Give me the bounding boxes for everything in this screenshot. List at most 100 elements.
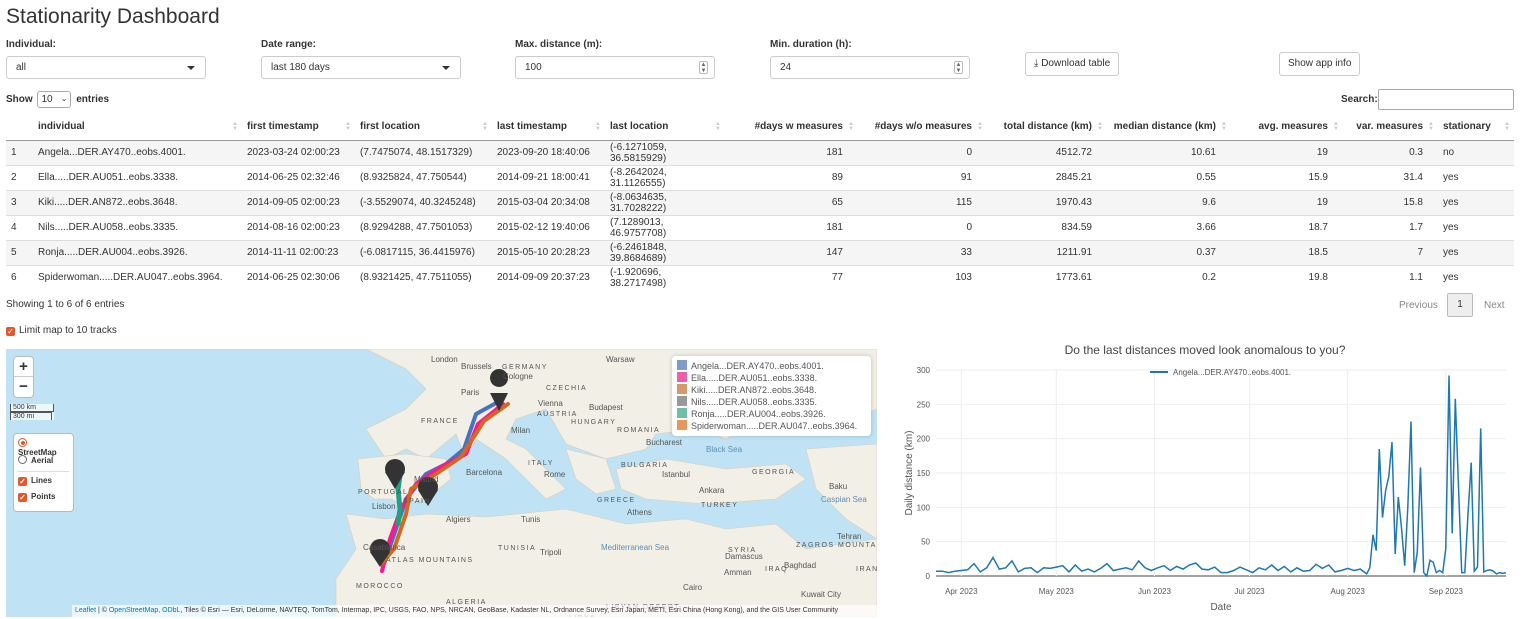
overlay-label: Points (31, 492, 56, 501)
layer-label: Aerial (31, 456, 54, 465)
table-cell: 2845.21 (987, 164, 1107, 190)
individual-select[interactable]: all (6, 56, 206, 79)
column-header[interactable]: total distance (km) ▲ ▼ (987, 114, 1107, 141)
legend-item: Spiderwoman.....DER.AU047..eobs.3964. (677, 420, 866, 432)
map-place-label: ZAGROS MOUNTAINS (796, 542, 877, 549)
chart-title: Do the last distances moved look anomalo… (1065, 343, 1346, 357)
table-row: 1 Angela...DER.AY470..eobs.4001. 2023-03-2… (6, 139, 1514, 165)
column-header[interactable]: avg. measures ▲ ▼ (1231, 114, 1343, 141)
map-place-label: IRAN (856, 566, 877, 573)
table-cell: (7.7475074, 48.1517329) (355, 139, 492, 165)
legend-swatch (677, 384, 687, 394)
previous-button[interactable]: Previous (1399, 300, 1438, 311)
date-range-select[interactable]: last 180 days (261, 56, 461, 79)
table-cell: 1211.91 (987, 239, 1107, 265)
zoom-in-button[interactable]: + (14, 357, 33, 377)
download-table-button[interactable]: ⤓ Download table (1025, 52, 1120, 76)
column-label: #days w/o measures (874, 121, 972, 133)
limit-map-checkbox[interactable]: ✓ Limit map to 10 tracks (6, 325, 117, 336)
search-label: Search: (1341, 94, 1378, 105)
page-1-button[interactable]: 1 (1447, 293, 1473, 317)
legend-swatch (677, 372, 687, 382)
page-length-control: Show 10 ⌄ entries (6, 91, 109, 108)
layer-streetmap[interactable]: StreetMap (18, 438, 69, 457)
column-label: #days w measures (754, 121, 843, 133)
table-cell: 65 (725, 189, 858, 215)
show-app-info-button[interactable]: Show app info (1279, 52, 1361, 76)
overlay-points[interactable]: ✓ Points (18, 488, 69, 504)
entries-select[interactable]: 10 ⌄ (37, 91, 72, 108)
map-place-label: London (431, 355, 458, 364)
table-cell: 115 (858, 189, 987, 215)
column-label: stationary (1443, 121, 1491, 133)
legend-item: Ronja.....DER.AU004..eobs.3926. (677, 408, 866, 420)
layer-aerial[interactable]: Aerial (18, 455, 69, 472)
overlay-lines[interactable]: ✓ Lines (18, 472, 69, 488)
x-tick-label: Aug 2023 (1331, 587, 1366, 596)
table-cell: 0 (858, 214, 987, 240)
column-header[interactable]: first location ▲ ▼ (355, 114, 492, 141)
y-tick-label: 200 (917, 435, 931, 444)
sort-icon: ▲ ▼ (595, 121, 601, 132)
table-row: 3 Kiki.....DER.AN872..eobs.3648. 2014-09-0… (6, 189, 1514, 215)
min-duration-label: Min. duration (h): (770, 39, 852, 50)
table-cell: 147 (725, 239, 858, 265)
column-label: last timestamp (497, 121, 568, 133)
column-header[interactable]: #days w/o measures ▲ ▼ (858, 114, 987, 141)
column-header[interactable]: median distance (km) ▲ ▼ (1107, 114, 1231, 141)
table-cell: 19 (1231, 139, 1343, 165)
table-cell: 18.7 (1231, 214, 1343, 240)
sort-icon: ▲ ▼ (1428, 121, 1434, 132)
scale-bar: 500 km 300 mi (10, 404, 54, 420)
table-cell: (-8.0634635, 31.7028222) (605, 189, 725, 215)
table-cell: 2014-09-05 02:00:23 (242, 189, 355, 215)
map-place-label: Warsaw (606, 355, 635, 364)
map-place-label: ROMANIA (617, 427, 660, 434)
table-cell: 0.3 (1343, 139, 1438, 165)
map-place-label: GREECE (597, 497, 636, 504)
table-cell: 4512.72 (987, 139, 1107, 165)
column-header[interactable]: individual ▲ ▼ (33, 114, 242, 141)
page-title: Stationarity Dashboard (6, 5, 220, 28)
stationarity-table: individual ▲ ▼ first timestamp ▲ ▼ first locat… (6, 114, 1514, 290)
table-cell: 834.59 (987, 214, 1107, 240)
osm-link[interactable]: OpenStreetMap, ODbL (109, 607, 181, 614)
legend-swatch (677, 420, 687, 430)
table-cell: 7 (1343, 239, 1438, 265)
column-header[interactable]: last location ▲ ▼ (605, 114, 725, 141)
column-label: total distance (km) (1003, 121, 1092, 133)
map-place-label: Lisbon (372, 502, 396, 511)
column-header[interactable]: stationary ▲ ▼ (1438, 114, 1514, 141)
max-distance-input[interactable]: 100 ▲ ▼ (515, 56, 715, 79)
table-cell: 15.9 (1231, 164, 1343, 190)
table-cell: 2014-11-11 02:00:23 (242, 239, 355, 265)
column-header[interactable]: first timestamp ▲ ▼ (242, 114, 355, 141)
column-header[interactable]: var. measures ▲ ▼ (1343, 114, 1438, 141)
map-place-label: TURKEY (701, 502, 738, 509)
y-tick-label: 0 (926, 572, 931, 581)
map-place-label: Ankara (699, 486, 725, 495)
entries-value: 10 (41, 94, 53, 105)
min-duration-input[interactable]: 24 ▲ ▼ (770, 56, 970, 79)
column-label: var. measures (1356, 121, 1423, 133)
leaflet-link[interactable]: Leaflet (75, 607, 96, 614)
spinner-icon[interactable]: ▲ ▼ (954, 61, 963, 74)
spinner-icon[interactable]: ▲ ▼ (699, 61, 708, 74)
table-cell: (-6.1271059, 36.5815929) (605, 139, 725, 165)
table-cell: yes (1438, 189, 1514, 215)
next-button[interactable]: Next (1484, 300, 1505, 311)
map-place-label: Paris (461, 388, 479, 397)
table-cell: 2014-09-09 20:37:23 (492, 264, 605, 290)
column-header[interactable]: last timestamp ▲ ▼ (492, 114, 605, 141)
y-tick-label: 100 (917, 503, 931, 512)
map-place-label: Damascus (725, 552, 763, 561)
table-cell: 2 (6, 164, 33, 190)
map-place-label: GERMANY (502, 364, 548, 371)
column-header[interactable]: #days w measures ▲ ▼ (725, 114, 858, 141)
table-cell: 0.55 (1107, 164, 1231, 190)
zoom-out-button[interactable]: − (14, 377, 33, 397)
y-tick-label: 50 (921, 538, 930, 547)
sort-icon: ▲ ▼ (345, 121, 351, 132)
map[interactable]: London Brussels GERMANY Cologne Paris CZECHIA… (6, 349, 877, 617)
search-input[interactable] (1378, 89, 1514, 110)
